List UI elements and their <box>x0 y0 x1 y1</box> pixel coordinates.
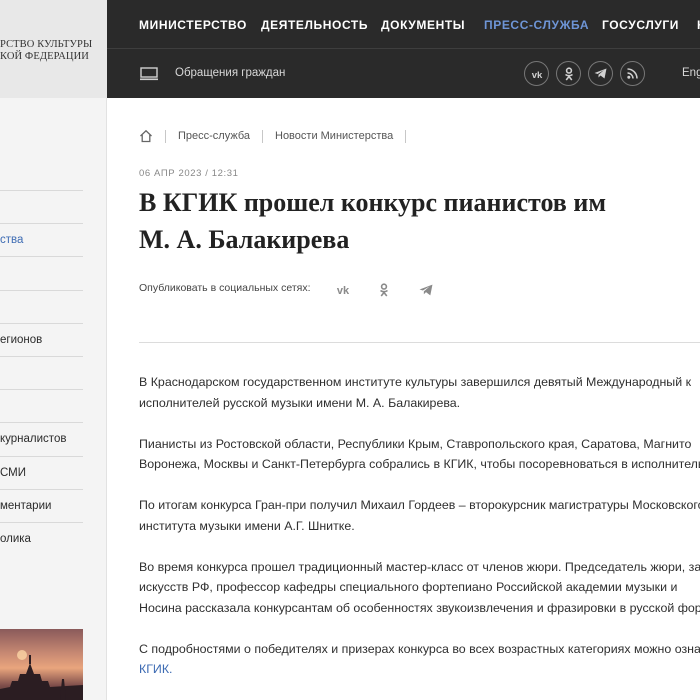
sidebar-item[interactable]: егионов <box>0 322 83 356</box>
monitor-icon <box>140 67 158 81</box>
sidebar-item[interactable]: СМИ <box>0 455 83 489</box>
top-navigation-bar: МИНИСТЕРСТВО ДЕЯТЕЛЬНОСТЬ ДОКУМЕНТЫ ПРЕС… <box>107 0 700 98</box>
article-title: В КГИК прошел конкурс пианистов им М. А.… <box>139 184 700 258</box>
vk-icon: vk <box>531 70 542 79</box>
share-label: Опубликовать в социальных сетях: <box>139 282 311 294</box>
breadcrumb-ministry-news[interactable]: Новости Министерства <box>275 130 393 142</box>
kgik-link[interactable]: КГИК. <box>139 659 700 680</box>
sidebar-item-active[interactable]: ства <box>0 223 83 256</box>
nav-item-press-service[interactable]: ПРЕСС-СЛУЖБА <box>484 18 589 32</box>
sidebar-item[interactable] <box>0 190 83 223</box>
ministry-logo[interactable]: РСТВО КУЛЬТУРЫ КОЙ ФЕДЕРАЦИИ <box>0 0 107 98</box>
sidebar-item[interactable] <box>0 256 83 289</box>
breadcrumb-separator <box>405 129 407 143</box>
content-divider <box>139 342 700 343</box>
nav-item-documents[interactable]: ДОКУМЕНТЫ <box>381 18 465 32</box>
breadcrumb-separator <box>262 129 263 143</box>
sidebar-item[interactable] <box>0 355 83 389</box>
language-switch[interactable]: Eng <box>682 67 700 79</box>
breadcrumb: Пресс-служба Новости Министерства <box>139 128 418 144</box>
sidebar-item[interactable] <box>0 289 83 323</box>
article-title-line-2: М. А. Балакирева <box>139 225 350 254</box>
article-paragraph: По итогам конкурса Гран-при получил Миха… <box>139 498 700 533</box>
share-odnoklassniki-button[interactable] <box>374 282 394 298</box>
rss-button[interactable] <box>620 61 645 86</box>
breadcrumb-press-service[interactable]: Пресс-служба <box>178 130 250 142</box>
article-paragraph: Во время конкурса прошел традиционный ма… <box>139 559 700 615</box>
logo-text-line-1: РСТВО КУЛЬТУРЫ <box>0 39 93 50</box>
nav-item-activity[interactable]: ДЕЯТЕЛЬНОСТЬ <box>261 18 368 32</box>
article-paragraph: С подробностями о победителях и призерах… <box>139 639 700 680</box>
article-page: Пресс-служба Новости Министерства 06 АПР… <box>107 98 700 700</box>
telegram-icon <box>594 68 607 79</box>
svg-text:vk: vk <box>337 285 350 296</box>
sidebar: РСТВО КУЛЬТУРЫ КОЙ ФЕДЕРАЦИИ ства егионо… <box>0 0 107 700</box>
vk-button[interactable]: vk <box>524 61 549 86</box>
nav-item-public-services[interactable]: ГОСУСЛУГИ <box>602 18 679 32</box>
article-body: В Краснодарском государственном институт… <box>139 372 700 700</box>
breadcrumb-separator <box>165 129 166 143</box>
odnoklassniki-icon <box>380 283 388 297</box>
sidebar-menu: ства егионов курналистов СМИ ментарии ол… <box>0 190 83 555</box>
sidebar-item[interactable]: олика <box>0 521 83 555</box>
cathedral-silhouette-icon <box>0 650 83 700</box>
svg-text:vk: vk <box>531 70 542 79</box>
sidebar-item[interactable] <box>0 389 83 422</box>
main-nav: МИНИСТЕРСТВО ДЕЯТЕЛЬНОСТЬ ДОКУМЕНТЫ ПРЕС… <box>107 0 700 49</box>
share-telegram-button[interactable] <box>416 282 436 298</box>
sidebar-city-photo[interactable] <box>0 629 83 700</box>
publication-date: 06 АПР 2023 / 12:31 <box>139 168 239 179</box>
sidebar-item[interactable]: ментарии <box>0 488 83 522</box>
article-title-line-1: В КГИК прошел конкурс пианистов им <box>139 188 607 217</box>
share-vk-button[interactable]: vk <box>333 282 353 298</box>
sidebar-item[interactable]: курналистов <box>0 422 83 455</box>
odnoklassniki-icon <box>564 66 573 80</box>
sub-navigation: Обращения граждан vk Eng <box>107 50 700 98</box>
nav-item-ministry[interactable]: МИНИСТЕРСТВО <box>139 18 247 32</box>
logo-text-line-2: КОЙ ФЕДЕРАЦИИ <box>0 51 89 62</box>
rss-icon <box>627 68 638 79</box>
citizen-appeals-link[interactable]: Обращения граждан <box>175 67 285 79</box>
article-paragraph: Пианисты из Ростовской области, Республи… <box>139 436 700 472</box>
telegram-icon <box>419 284 433 296</box>
home-icon[interactable] <box>139 129 153 143</box>
vk-icon: vk <box>337 285 350 296</box>
odnoklassniki-button[interactable] <box>556 61 581 86</box>
article-paragraph: В Краснодарском государственном институт… <box>139 375 691 410</box>
telegram-button[interactable] <box>588 61 613 86</box>
